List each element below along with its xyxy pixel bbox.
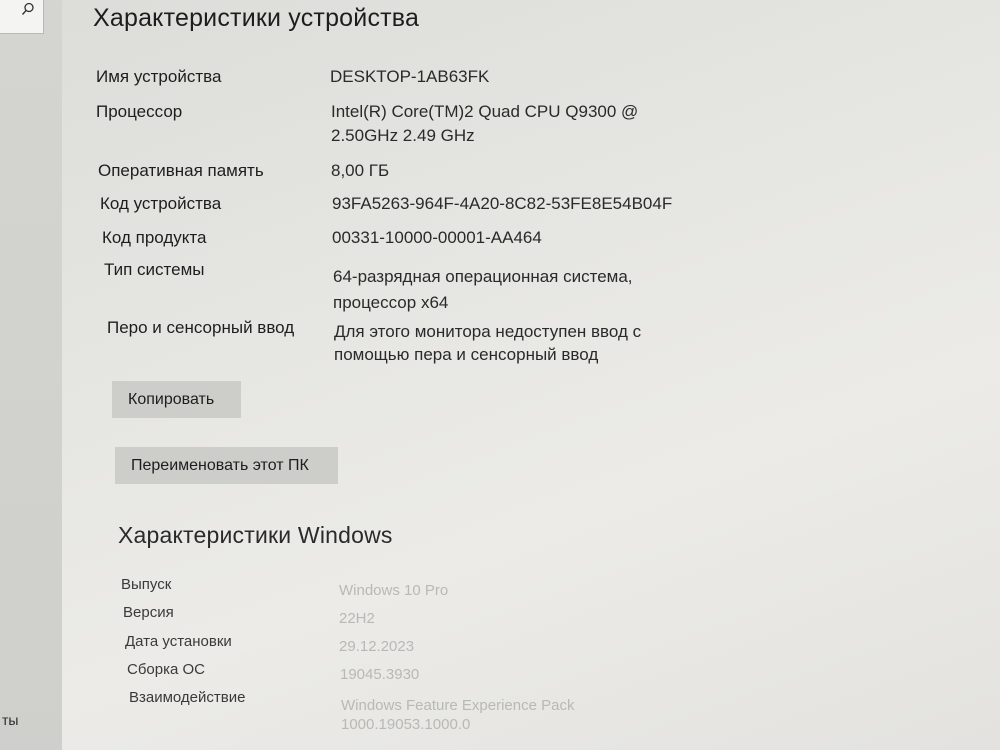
win-label-version: Версия (123, 604, 174, 621)
rename-pc-button[interactable]: Переименовать этот ПК (115, 447, 338, 484)
spec-label: Процессор (96, 102, 183, 121)
windows-section-title: Характеристики Windows (118, 522, 393, 548)
win-value-version: 22H2 (339, 610, 375, 627)
win-value-experience: Windows Feature Experience Pack 1000.190… (341, 697, 575, 733)
win-label-os-build: Сборка ОС (127, 661, 206, 678)
search-box[interactable] (0, 0, 44, 34)
spec-value: 8,00 ГБ (331, 161, 390, 180)
win-value-edition: Windows 10 Pro (339, 582, 449, 599)
spec-label: Код продукта (102, 228, 207, 247)
win-label-install-date: Дата установки (125, 633, 232, 650)
win-value-os-build: 19045.3930 (340, 666, 420, 683)
left-panel-text: ты (2, 712, 19, 728)
copy-button[interactable]: Копировать (112, 381, 241, 418)
spec-label: Перо и сенсорный ввод (107, 318, 295, 337)
win-value-install-date: 29.12.2023 (339, 638, 415, 655)
spec-value: DESKTOP-1AB63FK (330, 67, 490, 86)
win-label-experience: Взаимодействие (129, 689, 246, 706)
left-panel: ты (0, 0, 62, 750)
spec-value: 00331-10000-00001-AA464 (332, 228, 542, 247)
spec-value: 64-разрядная операционная система, проце… (333, 267, 633, 312)
page-title: Характеристики устройства (93, 4, 420, 32)
spec-label: Оперативная память (98, 161, 264, 180)
spec-label: Код устройства (100, 194, 222, 213)
spec-value: Для этого монитора недоступен ввод с пом… (334, 322, 642, 364)
spec-value: Intel(R) Core(TM)2 Quad CPU Q9300 @ 2.50… (331, 102, 639, 145)
win-label-edition: Выпуск (121, 576, 172, 593)
spec-label: Имя устройства (96, 67, 222, 86)
spec-label: Тип системы (104, 260, 205, 279)
spec-value: 93FA5263-964F-4A20-8C82-53FE8E54B04F (332, 194, 673, 213)
search-icon (21, 2, 34, 15)
